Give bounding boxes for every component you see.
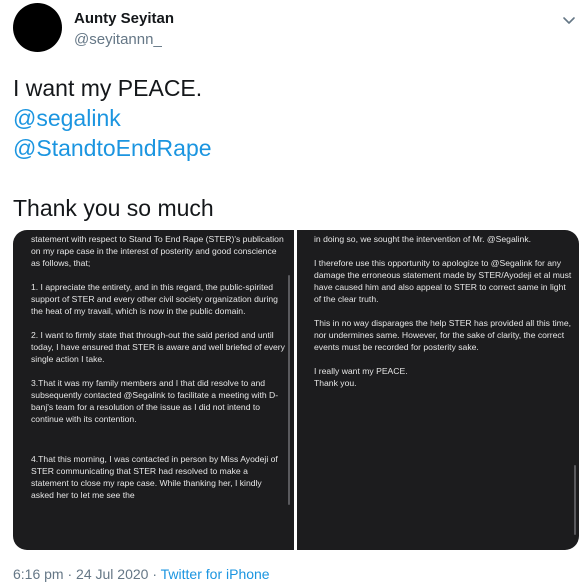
image-paragraph: I therefore use this opportunity to apol… bbox=[314, 258, 572, 304]
mention-link-segalink[interactable]: @segalink bbox=[13, 103, 214, 133]
chevron-down-icon[interactable] bbox=[562, 13, 576, 27]
meta-separator: · bbox=[148, 566, 161, 582]
tweet-text: I want my PEACE. @segalink @StandtoEndRa… bbox=[13, 73, 214, 223]
media-image-left[interactable]: statement with respect to Stand To End R… bbox=[13, 230, 294, 550]
image-paragraph: statement with respect to Stand To End R… bbox=[31, 234, 284, 268]
image-paragraph: in doing so, we sought the intervention … bbox=[314, 234, 532, 244]
image-scrollbar bbox=[288, 275, 290, 505]
tweet-media: statement with respect to Stand To End R… bbox=[13, 230, 579, 550]
avatar[interactable] bbox=[13, 3, 62, 52]
tweet-meta: 6:16 pm · 24 Jul 2020 · Twitter for iPho… bbox=[13, 566, 270, 582]
image-paragraph: 3.That it was my family members and I th… bbox=[31, 378, 279, 424]
image-paragraph: 4.That this morning, I was contacted in … bbox=[31, 454, 278, 500]
image-text-block: statement with respect to Stand To End R… bbox=[31, 233, 286, 513]
image-paragraph: 1. I appreciate the entirety, and in thi… bbox=[31, 282, 278, 316]
tweet-source-link[interactable]: Twitter for iPhone bbox=[161, 566, 270, 582]
mention-link-standtoendrape[interactable]: @StandtoEndRape bbox=[13, 133, 214, 163]
media-image-right[interactable]: in doing so, we sought the intervention … bbox=[297, 230, 579, 550]
author-handle[interactable]: @seyitannn_ bbox=[74, 31, 162, 48]
tweet-line: I want my PEACE. bbox=[13, 75, 203, 101]
tweet-line: Thank you so much bbox=[13, 195, 214, 221]
tweet-date[interactable]: 24 Jul 2020 bbox=[76, 566, 148, 582]
author-display-name[interactable]: Aunty Seyitan bbox=[74, 10, 174, 27]
image-text-block: in doing so, we sought the intervention … bbox=[314, 233, 572, 401]
image-paragraph: Thank you. bbox=[314, 378, 357, 388]
image-scrollbar bbox=[574, 465, 576, 535]
image-paragraph: This in no way disparages the help STER … bbox=[314, 318, 571, 352]
image-paragraph: I really want my PEACE. bbox=[314, 366, 408, 376]
meta-separator: · bbox=[63, 566, 77, 582]
image-paragraph: 2. I want to firmly state that through-o… bbox=[31, 330, 285, 364]
tweet-time[interactable]: 6:16 pm bbox=[13, 566, 64, 582]
